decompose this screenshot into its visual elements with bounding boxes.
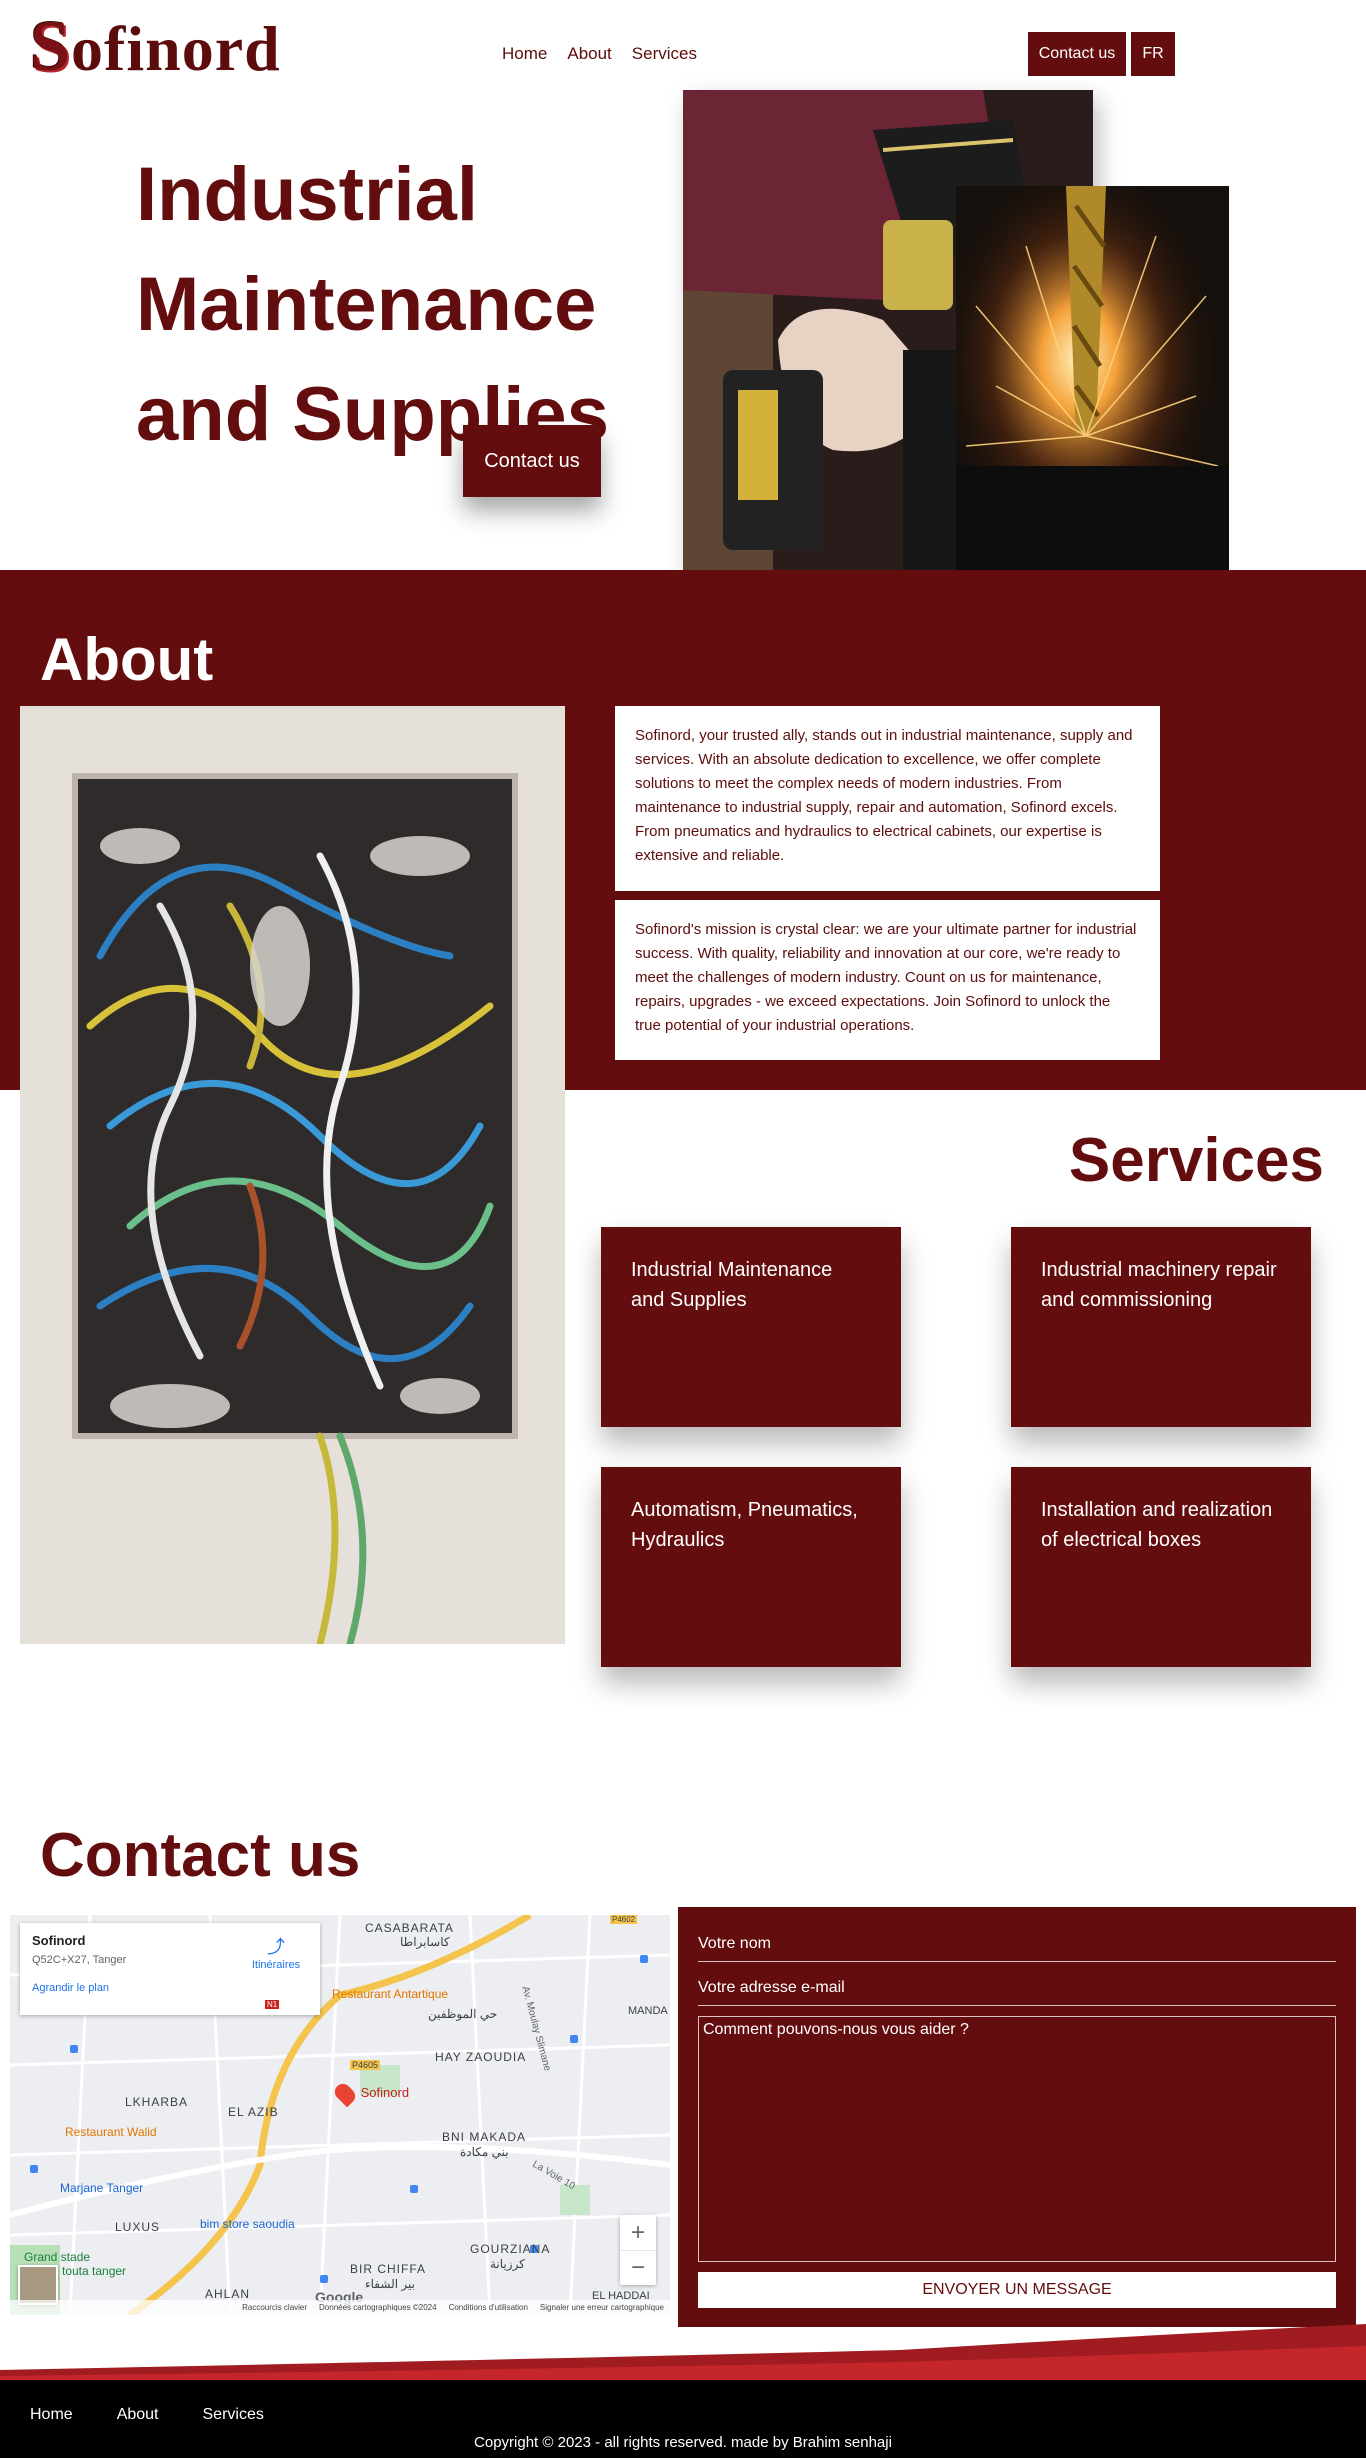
electrical-panel-illustration [20,706,565,1644]
name-field[interactable]: Votre nom [698,1935,1336,1962]
map-directions-label: Itinéraires [251,1959,301,1971]
about-paragraph: Sofinord, your trusted ally, stands out … [635,727,1133,864]
main-nav: Home About Services [502,44,697,64]
service-card-label: Industrial machinery repair and commissi… [1041,1259,1277,1311]
service-card[interactable]: Industrial machinery repair and commissi… [1011,1227,1311,1427]
zoom-out-button[interactable]: − [620,2250,656,2285]
site-logo[interactable]: Sofinord [30,10,281,82]
satellite-toggle[interactable] [18,2265,58,2305]
map-label: AHLAN [205,2287,251,2301]
hero-title-line: Maintenance [136,262,597,347]
map-label: بير الشفاء [365,2277,415,2291]
map-enlarge-link[interactable]: Agrandir le plan [32,1982,308,1994]
map-label: Restaurant Walid [65,2125,157,2139]
service-card[interactable]: Industrial Maintenance and Supplies [601,1227,901,1427]
map-label: BNI MAKADA [442,2130,527,2144]
hero-photo-drill-sparks [956,186,1229,570]
map-label: كرزيانة [490,2257,525,2271]
services-title: Services [1068,1126,1324,1195]
about-paragraph-card: Sofinord, your trusted ally, stands out … [615,706,1160,891]
drill-sparks-illustration [956,186,1229,570]
service-card-label: Installation and realization of electric… [1041,1499,1273,1551]
about-title: About [40,626,214,693]
directions-icon: ⤴ [267,1937,285,1957]
service-card[interactable]: Automatism, Pneumatics, Hydraulics [601,1467,901,1667]
map-label: EL AZIB [228,2105,279,2119]
about-paragraph: Sofinord's mission is crystal clear: we … [635,921,1137,1034]
map-label: bim store saoudia [200,2217,295,2231]
hero-title-line: Industrial [136,152,479,237]
contact-title: Contact us [40,1821,361,1890]
hero-contact-button[interactable]: Contact us [463,425,601,497]
footer-home-link[interactable]: Home [30,2406,73,2424]
map-label: حي الموظفين [428,2007,498,2021]
footer-nav: Home About Services [30,2406,264,2424]
nav-home-link[interactable]: Home [502,44,547,64]
map-label: Marjane Tanger [60,2181,144,2195]
service-card-label: Industrial Maintenance and Supplies [631,1259,833,1311]
footer-wave-decoration [0,2324,1366,2382]
nav-about-link[interactable]: About [567,44,611,64]
map-directions-button[interactable]: ⤴ Itinéraires [246,1933,306,1971]
map-label: BIR CHIFFA [350,2262,427,2276]
nav-services-link[interactable]: Services [632,44,697,64]
logo-text: ofinord [71,13,281,84]
map-label: P4602 [610,1915,638,1924]
logo-initial: S [30,6,72,86]
contact-form: Votre nom Votre adresse e-mail Comment p… [678,1907,1356,2327]
zoom-in-button[interactable]: + [620,2215,656,2250]
electrical-panel-photo [20,706,565,1644]
service-card[interactable]: Installation and realization of electric… [1011,1467,1311,1667]
service-card-label: Automatism, Pneumatics, Hydraulics [631,1499,858,1551]
map-label: Restaurant Antartique [332,1987,449,2001]
map-label: بني مكادة [460,2145,509,2159]
map-label: HAY ZAOUDIA [435,2050,527,2064]
google-map[interactable]: Sofinord Q52C+X27, Tanger Agrandir le pl… [10,1915,670,2315]
map-label: CASABARATA [365,1921,454,1935]
map-label: GOURZIANA [470,2242,551,2256]
map-label: LUXUS [115,2220,161,2234]
header-contact-button[interactable]: Contact us [1028,32,1126,76]
map-label: LKHARBA [125,2095,189,2109]
map-label: MANDA [628,2005,668,2017]
map-zoom-controls: + − [620,2215,656,2285]
footer-services-link[interactable]: Services [203,2406,264,2424]
copyright-text: Copyright © 2023 - all rights reserved. … [474,2434,892,2451]
message-field[interactable]: Comment pouvons-nous vous aider ? [698,2016,1336,2262]
language-button[interactable]: FR [1131,32,1175,76]
about-paragraph-card: Sofinord's mission is crystal clear: we … [615,900,1160,1060]
map-label: N1 [265,2000,280,2009]
map-label: touta tanger [62,2264,127,2278]
footer-about-link[interactable]: About [117,2406,159,2424]
map-label: P4605 [350,2060,381,2070]
email-field[interactable]: Votre adresse e-mail [698,1979,1336,2006]
send-message-button[interactable]: ENVOYER UN MESSAGE [698,2272,1336,2308]
map-label: Grand stade [24,2250,91,2264]
map-marker-label: Sofinord [360,2085,410,2101]
hero-title: Industrial Maintenance and Supplies [136,140,656,470]
map-label: كاسابراطا [400,1935,450,1949]
map-marker[interactable]: Sofinord [331,2080,410,2108]
